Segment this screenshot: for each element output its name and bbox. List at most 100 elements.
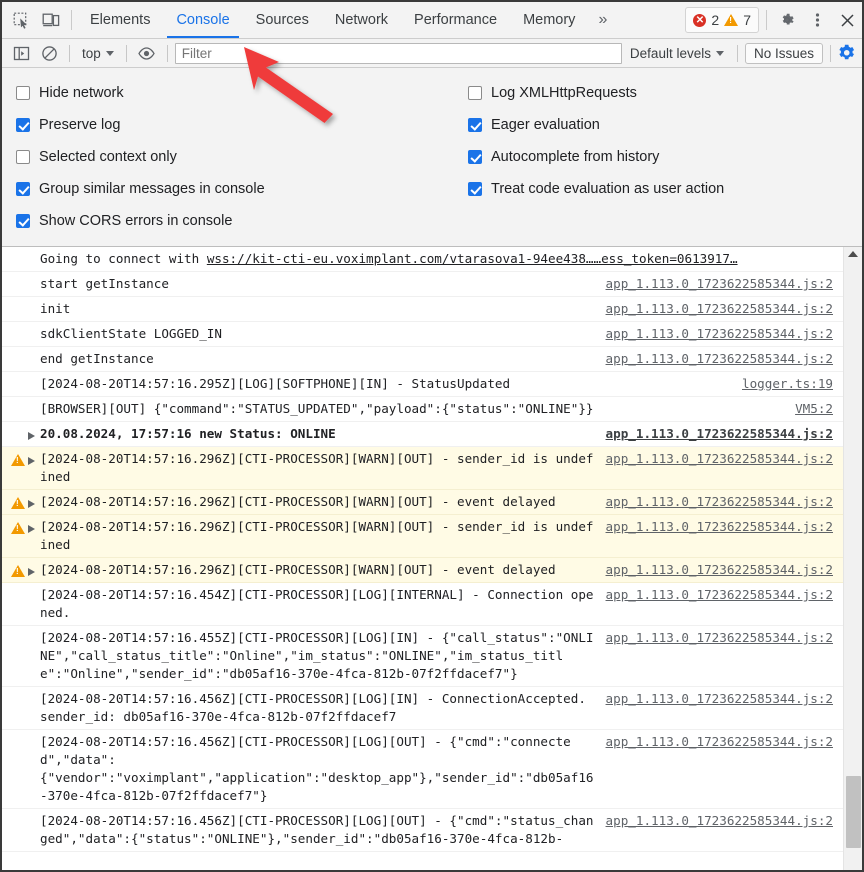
tab-label: Performance xyxy=(414,12,498,28)
toolbar-divider-5 xyxy=(830,44,831,62)
issues-button[interactable]: No Issues xyxy=(744,42,823,64)
console-source-link[interactable]: app_1.113.0_1723622585344.js:2 xyxy=(606,629,843,647)
websocket-url-link[interactable]: wss://kit-cti-eu.voximplant.com/vtarasov… xyxy=(207,251,738,266)
tab-memory[interactable]: Memory xyxy=(510,2,588,38)
console-row-gutter xyxy=(2,250,40,252)
console-settings-gear-icon[interactable] xyxy=(838,44,856,62)
console-message-row[interactable]: [BROWSER][OUT] {"command":"STATUS_UPDATE… xyxy=(2,397,843,422)
issue-counters[interactable]: ✕ 2 7 xyxy=(685,7,759,33)
console-sidebar-toggle-icon[interactable] xyxy=(8,41,34,65)
console-source-link[interactable]: app_1.113.0_1723622585344.js:2 xyxy=(606,425,843,443)
console-message-row[interactable]: [2024-08-20T14:57:16.296Z][CTI-PROCESSOR… xyxy=(2,515,843,558)
console-row-gutter xyxy=(2,733,40,735)
console-source-link[interactable]: app_1.113.0_1723622585344.js:2 xyxy=(606,518,843,536)
log-levels-selector[interactable]: Default levels xyxy=(624,46,730,61)
console-message-row[interactable]: init app_1.113.0_1723622585344.js:2 xyxy=(2,297,843,322)
checkbox[interactable] xyxy=(16,214,30,228)
checkbox[interactable] xyxy=(468,86,482,100)
console-message-row[interactable]: [2024-08-20T14:57:16.296Z][CTI-PROCESSOR… xyxy=(2,447,843,490)
console-message-row[interactable]: [2024-08-20T14:57:16.456Z][CTI-PROCESSOR… xyxy=(2,687,843,730)
console-source-link[interactable]: app_1.113.0_1723622585344.js:2 xyxy=(606,586,843,604)
console-message-row[interactable]: [2024-08-20T14:57:16.296Z][CTI-PROCESSOR… xyxy=(2,490,843,515)
tab-console[interactable]: Console xyxy=(163,2,242,38)
checkbox[interactable] xyxy=(468,182,482,196)
expand-triangle-icon[interactable] xyxy=(28,525,35,533)
console-source-link[interactable]: app_1.113.0_1723622585344.js:2 xyxy=(606,733,843,751)
setting-treat-code-evaluation[interactable]: Treat code evaluation as user action xyxy=(468,173,862,205)
console-message-row[interactable]: [2024-08-20T14:57:16.296Z][CTI-PROCESSOR… xyxy=(2,558,843,583)
checkbox[interactable] xyxy=(16,118,30,132)
scrollbar-thumb[interactable] xyxy=(846,776,861,848)
console-message-text: [2024-08-20T14:57:16.456Z][CTI-PROCESSOR… xyxy=(40,734,594,803)
scroll-up-arrow-icon[interactable] xyxy=(848,251,858,257)
console-settings-panel: Hide network Preserve log Selected conte… xyxy=(2,68,862,247)
console-source-link[interactable]: app_1.113.0_1723622585344.js:2 xyxy=(606,350,843,368)
expand-triangle-icon[interactable] xyxy=(28,568,35,576)
gear-icon[interactable] xyxy=(772,2,802,38)
console-message-text: [2024-08-20T14:57:16.456Z][CTI-PROCESSOR… xyxy=(40,813,594,846)
console-filter-toolbar: top Default levels No Issues xyxy=(2,39,862,68)
create-live-expression-icon[interactable] xyxy=(134,41,160,65)
console-message-row[interactable]: [2024-08-20T14:57:16.454Z][CTI-PROCESSOR… xyxy=(2,583,843,626)
setting-preserve-log[interactable]: Preserve log xyxy=(16,109,432,141)
setting-show-cors-errors[interactable]: Show CORS errors in console xyxy=(16,205,432,237)
console-source-link[interactable]: VM5:2 xyxy=(795,400,843,418)
warning-count: 7 xyxy=(743,12,751,28)
settings-column-right: Log XMLHttpRequests Eager evaluation Aut… xyxy=(432,77,862,237)
console-source-link[interactable]: app_1.113.0_1723622585344.js:2 xyxy=(606,275,843,293)
console-message-row[interactable]: end getInstance app_1.113.0_1723622585344… xyxy=(2,347,843,372)
console-source-link[interactable]: app_1.113.0_1723622585344.js:2 xyxy=(606,300,843,318)
console-message-row[interactable]: [2024-08-20T14:57:16.456Z][CTI-PROCESSOR… xyxy=(2,809,843,852)
console-message-row[interactable]: Going to connect with wss://kit-cti-eu.v… xyxy=(2,247,843,272)
console-source-link[interactable]: app_1.113.0_1723622585344.js:2 xyxy=(606,450,843,468)
chevron-down-icon xyxy=(715,50,724,56)
filter-input[interactable] xyxy=(174,42,622,64)
console-message-row[interactable]: 20.08.2024, 17:57:16 new Status: ONLINE a… xyxy=(2,422,843,447)
setting-hide-network[interactable]: Hide network xyxy=(16,77,432,109)
console-source-link[interactable]: logger.ts:19 xyxy=(742,375,843,393)
checkbox[interactable] xyxy=(468,118,482,132)
checkbox[interactable] xyxy=(16,182,30,196)
checkbox[interactable] xyxy=(16,86,30,100)
console-message-row[interactable]: [2024-08-20T14:57:16.456Z][CTI-PROCESSOR… xyxy=(2,730,843,809)
clear-console-icon[interactable] xyxy=(36,41,62,65)
setting-label: Preserve log xyxy=(39,117,121,133)
inspect-element-icon[interactable] xyxy=(6,2,36,38)
more-options-icon[interactable] xyxy=(802,2,832,38)
tab-network[interactable]: Network xyxy=(322,2,401,38)
checkbox[interactable] xyxy=(468,150,482,164)
tab-sources[interactable]: Sources xyxy=(243,2,322,38)
setting-eager-evaluation[interactable]: Eager evaluation xyxy=(468,109,862,141)
issues-label: No Issues xyxy=(753,45,814,61)
console-source-link[interactable]: app_1.113.0_1723622585344.js:2 xyxy=(606,812,843,830)
console-message-row[interactable]: [2024-08-20T14:57:16.295Z][LOG][SOFTPHON… xyxy=(2,372,843,397)
setting-selected-context-only[interactable]: Selected context only xyxy=(16,141,432,173)
console-message-list[interactable]: Going to connect with wss://kit-cti-eu.v… xyxy=(2,247,843,870)
setting-autocomplete-from-history[interactable]: Autocomplete from history xyxy=(468,141,862,173)
setting-label: Show CORS errors in console xyxy=(39,213,233,229)
tab-performance[interactable]: Performance xyxy=(401,2,510,38)
console-source-link[interactable]: app_1.113.0_1723622585344.js:2 xyxy=(606,690,843,708)
console-row-gutter xyxy=(2,629,40,631)
console-message-row[interactable]: start getInstance app_1.113.0_17236225853… xyxy=(2,272,843,297)
checkbox[interactable] xyxy=(16,150,30,164)
console-source-link[interactable]: app_1.113.0_1723622585344.js:2 xyxy=(606,325,843,343)
expand-triangle-icon[interactable] xyxy=(28,457,35,465)
expand-triangle-icon[interactable] xyxy=(28,432,35,440)
console-source-link[interactable]: app_1.113.0_1723622585344.js:2 xyxy=(606,493,843,511)
setting-log-xmlhttprequests[interactable]: Log XMLHttpRequests xyxy=(468,77,862,109)
more-tabs-chevron-icon[interactable]: » xyxy=(588,2,617,38)
execution-context-selector[interactable]: top xyxy=(77,46,119,61)
console-message-text: [2024-08-20T14:57:16.454Z][CTI-PROCESSOR… xyxy=(40,587,594,620)
log-levels-label: Default levels xyxy=(629,45,711,61)
tab-elements[interactable]: Elements xyxy=(77,2,163,38)
console-scrollbar[interactable] xyxy=(843,247,862,870)
close-icon[interactable] xyxy=(832,2,862,38)
console-source-link[interactable]: app_1.113.0_1723622585344.js:2 xyxy=(606,561,843,579)
console-message-row[interactable]: sdkClientState LOGGED_IN app_1.113.0_1723… xyxy=(2,322,843,347)
expand-triangle-icon[interactable] xyxy=(28,500,35,508)
console-message-row[interactable]: [2024-08-20T14:57:16.455Z][CTI-PROCESSOR… xyxy=(2,626,843,687)
setting-group-similar-messages[interactable]: Group similar messages in console xyxy=(16,173,432,205)
device-toolbar-icon[interactable] xyxy=(36,2,66,38)
console-message-text: [2024-08-20T14:57:16.296Z][CTI-PROCESSOR… xyxy=(40,494,556,509)
